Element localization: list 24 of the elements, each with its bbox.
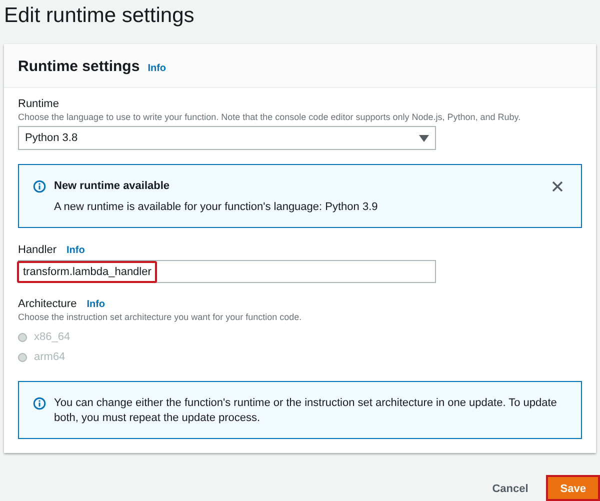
close-icon[interactable]	[552, 181, 563, 192]
field-description: Choose the language to use to write your function. Note that the console code editor supports only Node.js, Python, and Ruby.	[18, 112, 522, 122]
save-button[interactable]: Save	[546, 475, 600, 501]
page-title: Edit runtime settings	[3, 3, 196, 29]
alert-title: New runtime available	[54, 179, 171, 194]
radio-label: arm64	[34, 351, 66, 363]
panel-title: Runtime settings	[18, 58, 140, 75]
caret-icon	[419, 134, 429, 142]
info-link[interactable]: Info	[66, 245, 85, 256]
field-label: Handler	[18, 244, 57, 256]
radio-label: x86_64	[34, 331, 70, 343]
handler-value: transform.lambda_handler	[17, 260, 158, 282]
info-link[interactable]: Info	[86, 299, 106, 310]
alert-message: A new runtime is available for your function's language: Python 3.9	[54, 200, 379, 215]
field-description: Choose the instruction set architecture you want for your function code.	[18, 312, 303, 322]
runtime-select[interactable]: Python 3.8	[18, 126, 436, 150]
handler-input[interactable]: transform.lambda_handler	[18, 260, 436, 283]
field-label: Architecture	[18, 298, 77, 310]
field-label: Runtime	[18, 98, 60, 110]
alert-message: You can change either the function's runtime or the instruction set architecture in one update. To update both, you must repeat the update process.	[54, 396, 558, 426]
info-icon	[33, 180, 46, 193]
cancel-button[interactable]: Cancel	[488, 477, 532, 501]
info-icon	[33, 397, 46, 410]
info-link[interactable]: Info	[148, 63, 166, 74]
